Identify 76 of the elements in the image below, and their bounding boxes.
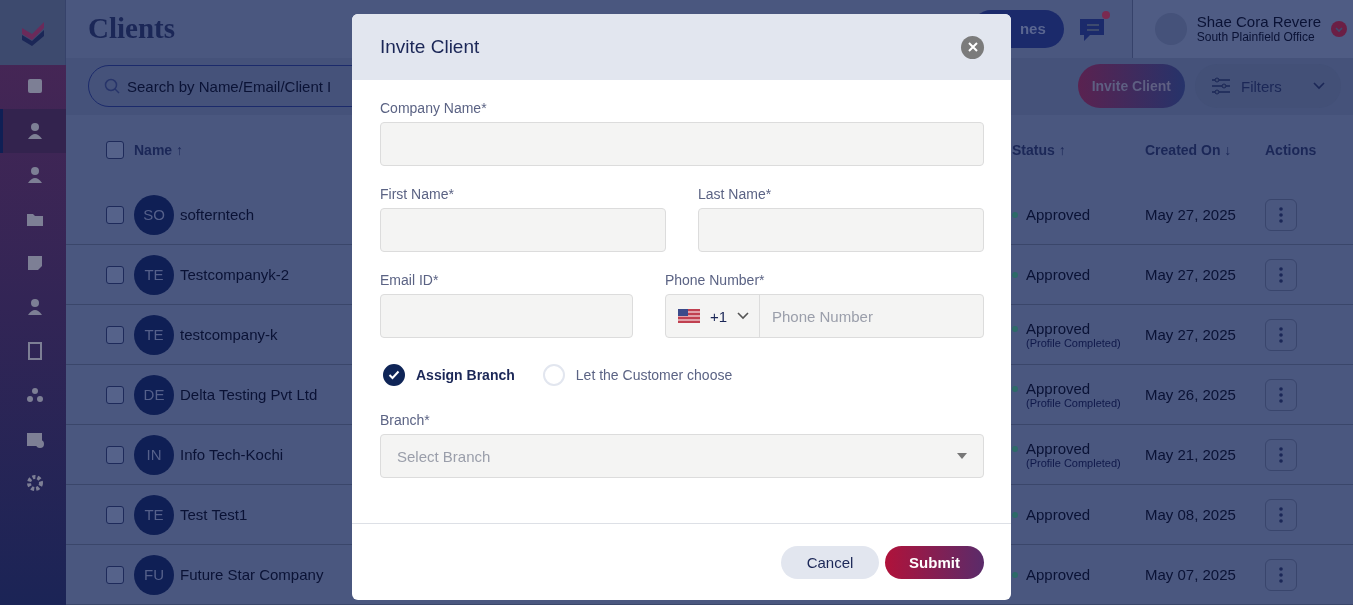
- client-name: Test Test1: [180, 506, 248, 523]
- country-code-select[interactable]: +1: [665, 295, 760, 337]
- dialog-title: Invite Client: [380, 36, 480, 58]
- flag-icon: [677, 309, 700, 323]
- field-label: Last Name*: [698, 186, 773, 202]
- field-label: Phone Number*: [664, 272, 766, 288]
- company-name-field[interactable]: [380, 122, 984, 166]
- submit-button[interactable]: Submit: [885, 545, 984, 579]
- created-date: May 07, 2025: [1145, 566, 1237, 583]
- email-field[interactable]: [380, 294, 633, 338]
- chat-icon[interactable]: [1077, 14, 1108, 43]
- status-dot: [1012, 212, 1018, 218]
- first-name-field[interactable]: [380, 208, 666, 252]
- row-checkbox[interactable]: [106, 445, 124, 464]
- client-initials: TE: [134, 314, 174, 355]
- status-dot: [1012, 386, 1018, 392]
- office-name: South Plainfield Office: [1196, 30, 1316, 45]
- status-text: Approved: [1026, 566, 1091, 583]
- status-text: Approved: [1026, 506, 1091, 523]
- chevron-down-icon: [737, 312, 749, 320]
- status-note: (Profile Completed): [1026, 457, 1121, 469]
- team-icon[interactable]: [24, 385, 45, 405]
- status-note: (Profile Completed): [1026, 397, 1121, 409]
- row-checkbox[interactable]: [106, 385, 124, 404]
- status-dot: [1012, 326, 1018, 332]
- row-checkbox[interactable]: [106, 565, 124, 584]
- created-date: May 27, 2025: [1145, 326, 1237, 343]
- status-dot: [1012, 446, 1018, 452]
- row-checkbox[interactable]: [106, 325, 124, 344]
- created-date: May 08, 2025: [1145, 506, 1237, 523]
- close-icon[interactable]: [961, 35, 984, 59]
- row-checkbox[interactable]: [106, 205, 124, 224]
- client-name: Future Star Company: [180, 566, 324, 583]
- select-all-checkbox[interactable]: [106, 141, 124, 159]
- client-name: testcompany-k: [180, 326, 278, 343]
- created-date: May 26, 2025: [1145, 386, 1237, 403]
- sidebar-item[interactable]: [0, 109, 66, 153]
- sliders-icon: [1211, 77, 1231, 96]
- client-name: Testcompanyk-2: [180, 266, 290, 283]
- gear-icon[interactable]: [24, 473, 45, 493]
- client-name: Delta Testing Pvt Ltd: [180, 386, 318, 403]
- status-text: Approved: [1026, 320, 1092, 337]
- status-text: Approved: [1026, 440, 1092, 457]
- status-text: Approved: [1026, 266, 1091, 283]
- field-label: First Name*: [380, 186, 455, 202]
- caret-icon[interactable]: [1331, 20, 1347, 37]
- status-text: Approved: [1026, 206, 1091, 223]
- field-label: Branch*: [380, 412, 431, 428]
- row-checkbox[interactable]: [106, 265, 124, 284]
- search-icon: [104, 78, 120, 95]
- client-name: softerntech: [180, 206, 255, 223]
- row-checkbox[interactable]: [106, 505, 124, 524]
- client-initials: TE: [134, 254, 174, 295]
- client-initials: IN: [134, 434, 174, 475]
- created-date: May 27, 2025: [1145, 266, 1237, 283]
- cancel-button[interactable]: Cancel: [781, 545, 879, 579]
- client-initials: TE: [134, 494, 174, 535]
- status-dot: [1012, 572, 1018, 578]
- last-name-field[interactable]: [698, 208, 984, 252]
- status-dot: [1012, 512, 1018, 518]
- status-text: Approved: [1026, 380, 1092, 397]
- caret-icon: [957, 453, 967, 459]
- client-initials: FU: [134, 554, 174, 595]
- client-name: Info Tech-Kochi: [180, 446, 284, 463]
- radio-option[interactable]: Assign Branch: [383, 364, 515, 386]
- created-date: May 21, 2025: [1145, 446, 1237, 463]
- client-initials: DE: [134, 374, 174, 415]
- phone-number-field[interactable]: +1 Phone Number: [664, 294, 984, 338]
- user-name: Shae Cora Revere: [1196, 13, 1321, 31]
- chevron-down-icon: [1313, 82, 1325, 91]
- client-initials: SO: [134, 194, 174, 235]
- created-date: May 27, 2025: [1145, 206, 1237, 223]
- field-label: Email ID*: [380, 272, 440, 288]
- status-note: (Profile Completed): [1026, 337, 1121, 349]
- radio-option[interactable]: Let the Customer choose: [542, 364, 733, 386]
- status-dot: [1012, 272, 1018, 278]
